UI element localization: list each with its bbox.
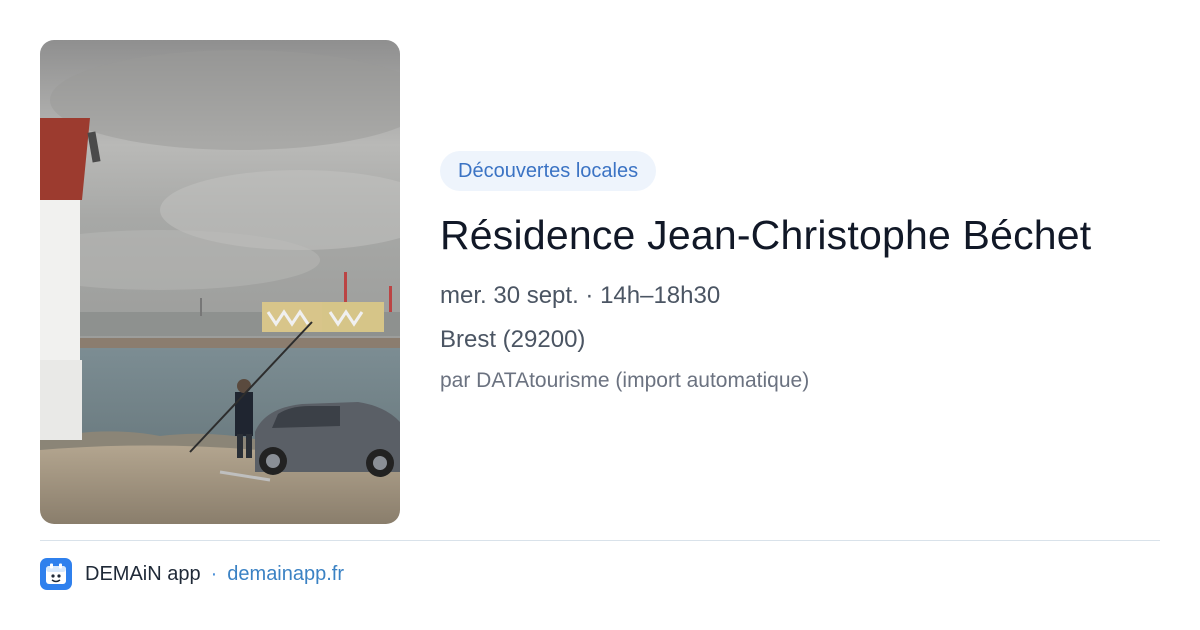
- app-name: DEMAiN app: [85, 562, 201, 585]
- event-location: Brest (29200): [440, 326, 586, 353]
- event-title: Résidence Jean-Christophe Béchet: [440, 212, 1092, 258]
- event-photo: [40, 40, 400, 524]
- event-datetime: mer. 30 sept. · 14h–18h30: [440, 282, 721, 309]
- footer-separator: ·: [210, 562, 218, 585]
- footer: DEMAiN app · demainapp.fr: [40, 558, 344, 590]
- calendar-app-icon: [40, 558, 72, 590]
- app-url-link[interactable]: demainapp.fr: [227, 563, 344, 586]
- event-info: Découvertes locales Résidence Jean-Chris…: [440, 151, 1180, 395]
- category-chip[interactable]: Découvertes locales: [440, 151, 657, 191]
- event-author: par DATAtourisme (import automatique): [440, 369, 810, 392]
- footer-divider: [40, 540, 1160, 541]
